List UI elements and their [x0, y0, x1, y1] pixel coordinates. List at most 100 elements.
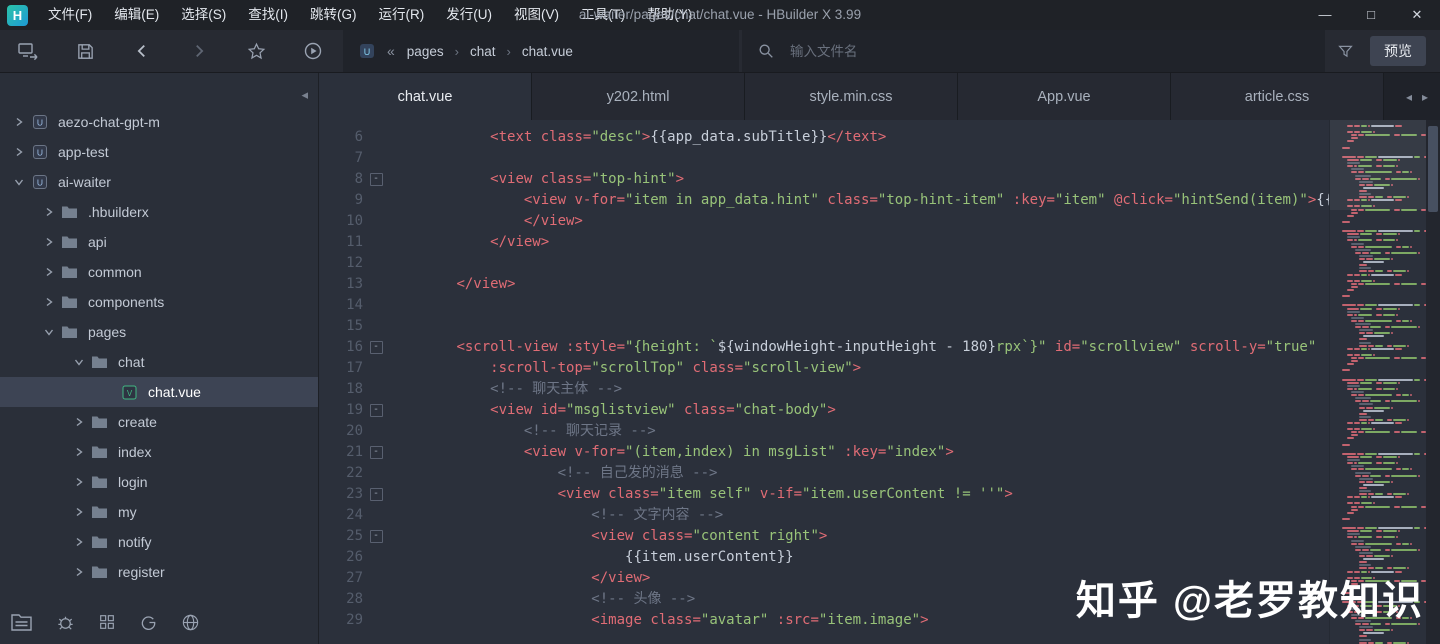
tree-item-common[interactable]: common: [0, 257, 318, 287]
code-line-6[interactable]: 6 <text class="desc">{{app_data.subTitle…: [319, 127, 1329, 148]
fold-marker-icon[interactable]: -: [363, 337, 389, 358]
fold-marker-icon[interactable]: -: [363, 484, 389, 505]
sidebar-collapse-icon[interactable]: ◂: [301, 87, 308, 103]
code-line-11[interactable]: 11 </view>: [319, 232, 1329, 253]
scrollbar-thumb[interactable]: [1428, 126, 1438, 212]
maximize-button[interactable]: □: [1348, 0, 1394, 30]
search-input[interactable]: [788, 42, 1092, 60]
files-panel-icon[interactable]: [10, 613, 33, 632]
breadcrumb-item-pages[interactable]: pages: [405, 44, 446, 59]
save-icon[interactable]: [73, 39, 97, 63]
chevron-right-icon[interactable]: [40, 205, 57, 219]
vertical-scrollbar[interactable]: [1426, 120, 1440, 644]
tab-app.vue[interactable]: App.vue: [958, 73, 1171, 120]
fold-marker-icon[interactable]: -: [363, 526, 389, 547]
tree-item-pages[interactable]: pages: [0, 317, 318, 347]
close-button[interactable]: ✕: [1394, 0, 1440, 30]
chevron-right-icon[interactable]: [40, 265, 57, 279]
code-line-10[interactable]: 10 </view>: [319, 211, 1329, 232]
menu-item-7[interactable]: 发行(U): [435, 0, 503, 30]
fold-marker-icon[interactable]: -: [363, 400, 389, 421]
tab-style.min.css[interactable]: style.min.css: [745, 73, 958, 120]
minimap[interactable]: [1329, 120, 1426, 644]
minimap-viewport[interactable]: [1330, 120, 1426, 210]
tree-item-ai-waiter[interactable]: Uai-waiter: [0, 167, 318, 197]
chevron-down-icon[interactable]: [70, 355, 87, 369]
fold-marker-icon[interactable]: -: [363, 442, 389, 463]
star-icon[interactable]: [244, 39, 268, 63]
code-line-7[interactable]: 7: [319, 148, 1329, 169]
code-line-19[interactable]: 19- <view id="msglistview" class="chat-b…: [319, 400, 1329, 421]
menu-item-5[interactable]: 跳转(G): [299, 0, 368, 30]
code-line-26[interactable]: 26 {{item.userContent}}: [319, 547, 1329, 568]
tab-article.css[interactable]: article.css: [1171, 73, 1384, 120]
tree-item-components[interactable]: components: [0, 287, 318, 317]
menu-item-6[interactable]: 运行(R): [368, 0, 436, 30]
tab-chat.vue[interactable]: chat.vue: [319, 73, 532, 120]
code-area[interactable]: 6 <text class="desc">{{app_data.subTitle…: [319, 120, 1329, 644]
chevron-right-icon[interactable]: [70, 505, 87, 519]
globe-icon[interactable]: [181, 613, 200, 632]
breadcrumb-item-chat.vue[interactable]: chat.vue: [520, 44, 575, 59]
code-line-23[interactable]: 23- <view class="item self" v-if="item.u…: [319, 484, 1329, 505]
chevron-right-icon[interactable]: [10, 145, 27, 159]
letter-g-icon[interactable]: [139, 613, 158, 632]
code-line-24[interactable]: 24 <!-- 文字内容 -->: [319, 505, 1329, 526]
tree-item-aezo-chat-gpt-m[interactable]: Uaezo-chat-gpt-m: [0, 107, 318, 137]
minimize-button[interactable]: —: [1302, 0, 1348, 30]
tab-scroll-right-icon[interactable]: ▸: [1422, 90, 1428, 104]
grid-icon[interactable]: [98, 613, 116, 631]
code-line-15[interactable]: 15: [319, 316, 1329, 337]
tree-item-chat[interactable]: chat: [0, 347, 318, 377]
tree-item-register[interactable]: register: [0, 557, 318, 587]
chevron-right-icon[interactable]: [10, 115, 27, 129]
code-line-20[interactable]: 20 <!-- 聊天记录 -->: [319, 421, 1329, 442]
tree-item-app-test[interactable]: Uapp-test: [0, 137, 318, 167]
code-line-25[interactable]: 25- <view class="content right">: [319, 526, 1329, 547]
tree-item-login[interactable]: login: [0, 467, 318, 497]
forward-icon[interactable]: [187, 39, 211, 63]
code-line-16[interactable]: 16- <scroll-view :style="{height: `${win…: [319, 337, 1329, 358]
tree-item-notify[interactable]: notify: [0, 527, 318, 557]
fold-marker-icon[interactable]: -: [363, 169, 389, 190]
tree-item-api[interactable]: api: [0, 227, 318, 257]
editor[interactable]: 6 <text class="desc">{{app_data.subTitle…: [319, 120, 1440, 644]
chevron-right-icon[interactable]: [70, 445, 87, 459]
chevron-right-icon[interactable]: [70, 535, 87, 549]
chevron-down-icon[interactable]: [40, 325, 57, 339]
back-icon[interactable]: [130, 39, 154, 63]
tree-item-my[interactable]: my: [0, 497, 318, 527]
menu-item-8[interactable]: 视图(V): [503, 0, 570, 30]
chevron-right-icon[interactable]: [40, 235, 57, 249]
code-line-8[interactable]: 8- <view class="top-hint">: [319, 169, 1329, 190]
menu-item-4[interactable]: 查找(I): [237, 0, 299, 30]
breadcrumb-collapse-icon[interactable]: «: [387, 43, 395, 59]
code-line-14[interactable]: 14: [319, 295, 1329, 316]
code-line-22[interactable]: 22 <!-- 自己发的消息 -->: [319, 463, 1329, 484]
code-line-12[interactable]: 12: [319, 253, 1329, 274]
breadcrumb-item-chat[interactable]: chat: [468, 44, 498, 59]
tree-item-chat.vue[interactable]: Vchat.vue: [0, 377, 318, 407]
tab-scroll-left-icon[interactable]: ◂: [1406, 90, 1412, 104]
chevron-down-icon[interactable]: [10, 175, 27, 189]
preview-button[interactable]: 预览: [1370, 36, 1426, 66]
code-line-17[interactable]: 17 :scroll-top="scrollTop" class="scroll…: [319, 358, 1329, 379]
chevron-right-icon[interactable]: [70, 475, 87, 489]
menu-item-3[interactable]: 选择(S): [170, 0, 237, 30]
menu-item-1[interactable]: 文件(F): [37, 0, 103, 30]
code-line-21[interactable]: 21- <view v-for="(item,index) in msgList…: [319, 442, 1329, 463]
code-line-9[interactable]: 9 <view v-for="item in app_data.hint" cl…: [319, 190, 1329, 211]
code-line-13[interactable]: 13 </view>: [319, 274, 1329, 295]
bug-icon[interactable]: [56, 613, 75, 632]
file-search-box[interactable]: [742, 30, 1325, 72]
tree-item-.hbuilderx[interactable]: .hbuilderx: [0, 197, 318, 227]
chevron-right-icon[interactable]: [70, 415, 87, 429]
filter-icon[interactable]: [1325, 43, 1366, 60]
run-icon[interactable]: [301, 39, 325, 63]
chevron-right-icon[interactable]: [70, 565, 87, 579]
tree-item-create[interactable]: create: [0, 407, 318, 437]
device-sync-icon[interactable]: [16, 39, 40, 63]
tab-y202.html[interactable]: y202.html: [532, 73, 745, 120]
menu-item-2[interactable]: 编辑(E): [103, 0, 170, 30]
tree-item-index[interactable]: index: [0, 437, 318, 467]
